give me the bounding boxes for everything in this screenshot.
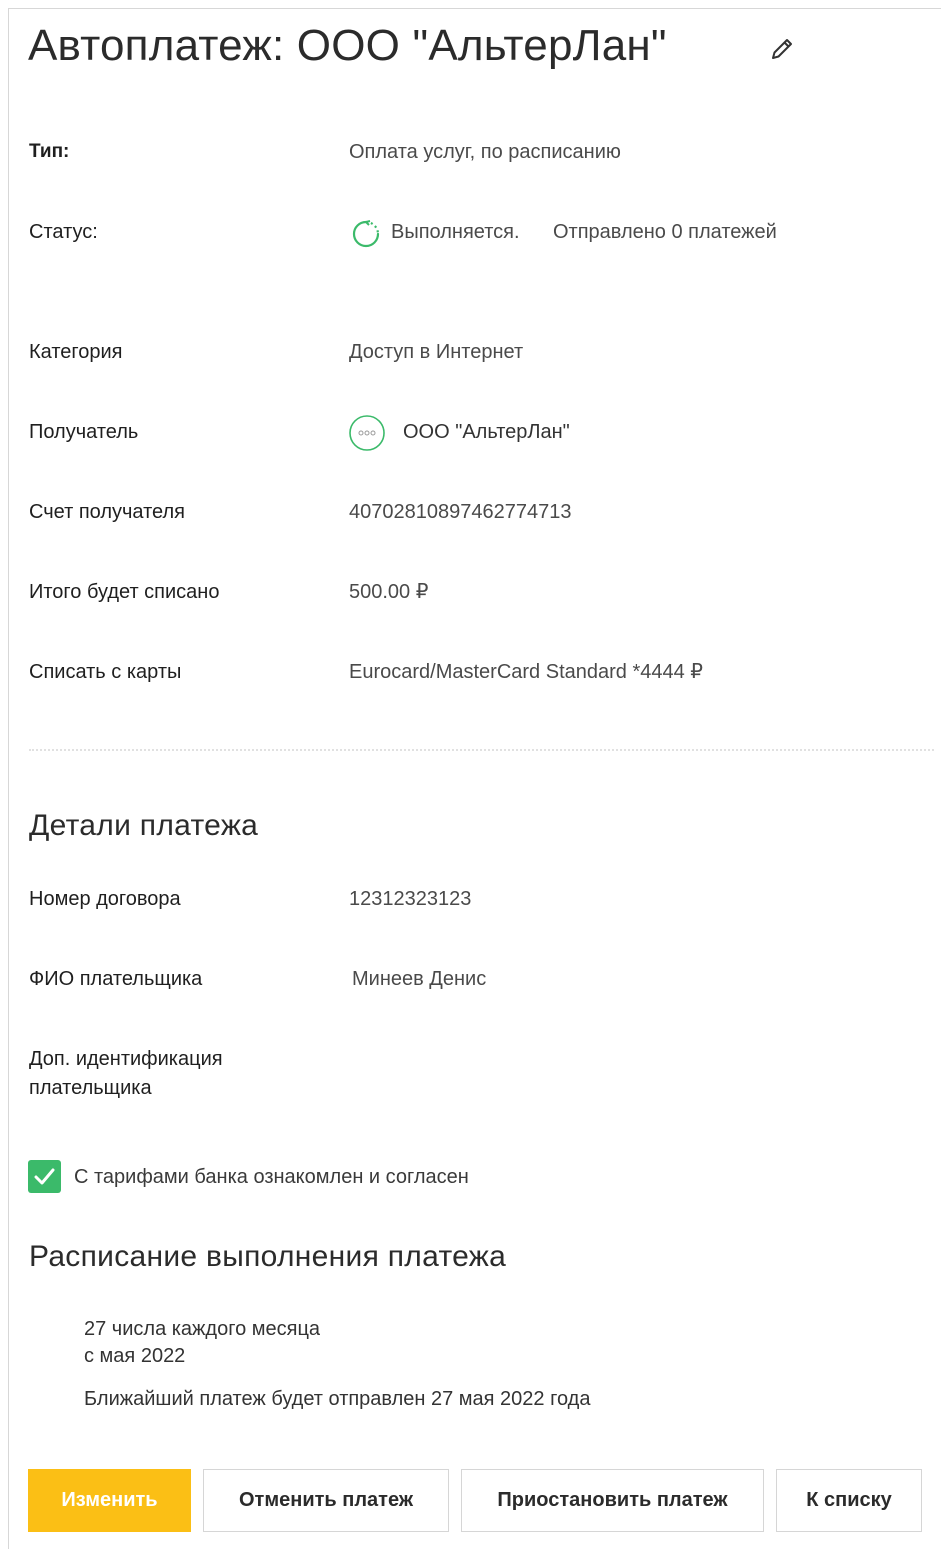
category-label: Категория xyxy=(29,341,123,363)
type-value: Оплата услуг, по расписанию xyxy=(349,141,621,163)
page-title: Автоплатеж: ООО "АльтерЛан" xyxy=(28,21,667,70)
agreement-label[interactable]: С тарифами банка ознакомлен и согласен xyxy=(74,1164,469,1190)
organization-placeholder-icon xyxy=(348,414,386,452)
pencil-icon[interactable] xyxy=(767,34,797,64)
schedule-title: Расписание выполнения платежа xyxy=(29,1240,507,1273)
total-label: Итого будет списано xyxy=(29,581,220,603)
agreement-checkbox[interactable] xyxy=(28,1160,61,1193)
payer-name-label: ФИО плательщика xyxy=(29,968,203,990)
category-value: Доступ в Интернет xyxy=(349,341,524,363)
status-sent-count: Отправлено 0 платежей xyxy=(553,221,777,243)
contract-label: Номер договора xyxy=(29,888,181,910)
card-label: Списать с карты xyxy=(29,661,182,683)
payer-name-value: Минеев Денис xyxy=(352,968,487,990)
account-value: 40702810897462774713 xyxy=(349,501,572,523)
card-value: Eurocard/MasterCard Standard *4444 ₽ xyxy=(349,661,704,683)
recipient-value: ООО "АльтерЛан" xyxy=(403,421,570,443)
edit-button[interactable]: Изменить xyxy=(28,1469,191,1532)
pause-payment-button[interactable]: Приостановить платеж xyxy=(461,1469,764,1532)
next-payment-text: Ближайший платеж будет отправлен 27 мая … xyxy=(84,1388,591,1410)
payment-details-title: Детали платежа xyxy=(29,809,259,842)
status-value: Выполняется. xyxy=(391,221,520,243)
extra-id-label-line2: плательщика xyxy=(29,1077,152,1099)
recipient-label: Получатель xyxy=(29,421,139,443)
schedule-start: с мая 2022 xyxy=(84,1345,186,1367)
total-value: 500.00 ₽ xyxy=(349,581,429,603)
schedule-day: 27 числа каждого месяца xyxy=(84,1318,321,1340)
loading-spinner-icon xyxy=(351,219,381,249)
cancel-payment-button[interactable]: Отменить платеж xyxy=(203,1469,449,1532)
back-to-list-button[interactable]: К списку xyxy=(776,1469,922,1532)
status-label: Статус: xyxy=(29,221,98,243)
section-divider xyxy=(29,749,934,751)
extra-id-label: Доп. идентификация xyxy=(29,1048,223,1070)
checkmark-icon xyxy=(34,1168,55,1185)
contract-value: 12312323123 xyxy=(349,888,472,910)
type-label: Тип: xyxy=(29,141,70,162)
account-label: Счет получателя xyxy=(29,501,185,523)
